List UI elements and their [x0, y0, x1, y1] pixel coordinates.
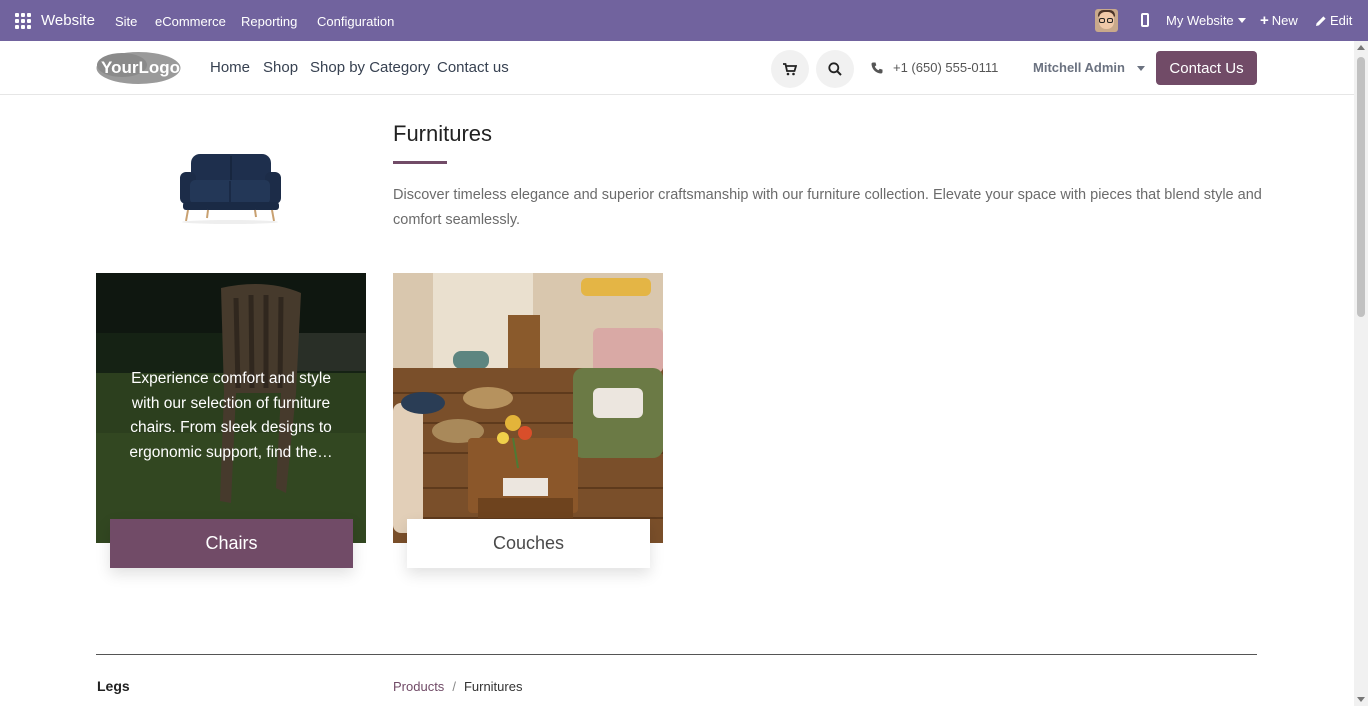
scroll-down-arrow-icon[interactable] — [1357, 697, 1365, 702]
search-icon — [828, 62, 842, 76]
couches-card-label[interactable]: Couches — [407, 519, 650, 568]
breadcrumb: Products / Furnitures — [393, 679, 522, 694]
website-selector-label: My Website — [1166, 13, 1234, 28]
admin-bar: Website Site eCommerce Reporting Configu… — [0, 0, 1368, 41]
scroll-thumb[interactable] — [1357, 57, 1365, 317]
sidebar-heading-legs: Legs — [97, 678, 130, 694]
nav-shop-by-category[interactable]: Shop by Category — [310, 59, 430, 76]
chevron-down-icon — [1237, 18, 1246, 23]
scroll-up-arrow-icon[interactable] — [1357, 45, 1365, 50]
phone-link[interactable]: +1 (650) 555-0111 — [871, 60, 998, 75]
phone-icon — [871, 62, 883, 73]
couches-photo — [393, 273, 663, 543]
chairs-card-label[interactable]: Chairs — [110, 519, 353, 568]
admin-menu-ecommerce[interactable]: eCommerce — [155, 14, 226, 29]
admin-menu-reporting[interactable]: Reporting — [241, 14, 297, 29]
site-logo[interactable]: YourLogo — [96, 51, 181, 85]
edit-button[interactable]: Edit — [1315, 13, 1352, 28]
nav-contact-us[interactable]: Contact us — [437, 59, 509, 76]
cart-icon — [783, 62, 797, 75]
pencil-icon — [1316, 15, 1326, 26]
edit-label: Edit — [1330, 13, 1353, 28]
nav-home[interactable]: Home — [210, 59, 250, 76]
chevron-down-icon — [1136, 66, 1145, 72]
category-card-chairs[interactable]: Experience comfort and style with our se… — [96, 273, 366, 543]
nav-shop[interactable]: Shop — [263, 59, 298, 76]
admin-menu-configuration[interactable]: Configuration — [317, 14, 394, 29]
admin-brand[interactable]: Website — [41, 12, 95, 29]
title-underline — [393, 161, 447, 164]
breadcrumb-products[interactable]: Products — [393, 679, 444, 694]
website-selector[interactable]: My Website — [1166, 13, 1246, 28]
category-description: Discover timeless elegance and superior … — [393, 187, 1262, 228]
admin-menu-site[interactable]: Site — [115, 14, 137, 29]
site-header: YourLogo Home Shop Shop by Category Cont… — [0, 41, 1354, 95]
plus-icon: + — [1260, 12, 1269, 29]
search-button[interactable] — [816, 50, 854, 88]
mobile-preview-icon[interactable] — [1141, 13, 1149, 27]
new-label: New — [1271, 13, 1298, 28]
cart-button[interactable] — [771, 50, 809, 88]
category-title: Furnitures — [393, 121, 493, 146]
category-card-couches[interactable] — [393, 273, 663, 543]
user-menu[interactable]: Mitchell Admin — [1033, 60, 1145, 75]
breadcrumb-separator: / — [452, 679, 456, 694]
new-button[interactable]: + New — [1260, 13, 1298, 28]
chairs-card-description: Experience comfort and style with our se… — [129, 370, 333, 461]
phone-number: +1 (650) 555-0111 — [893, 60, 999, 75]
contact-us-button[interactable]: Contact Us — [1156, 51, 1257, 85]
logo-text: YourLogo — [101, 58, 180, 77]
user-name: Mitchell Admin — [1033, 60, 1125, 75]
category-image-sofa — [180, 154, 281, 224]
user-avatar[interactable] — [1095, 9, 1118, 32]
breadcrumb-current: Furnitures — [463, 679, 523, 694]
page-scrollbar[interactable] — [1354, 41, 1368, 706]
section-divider — [96, 654, 1257, 655]
apps-grid-icon[interactable] — [15, 13, 31, 29]
